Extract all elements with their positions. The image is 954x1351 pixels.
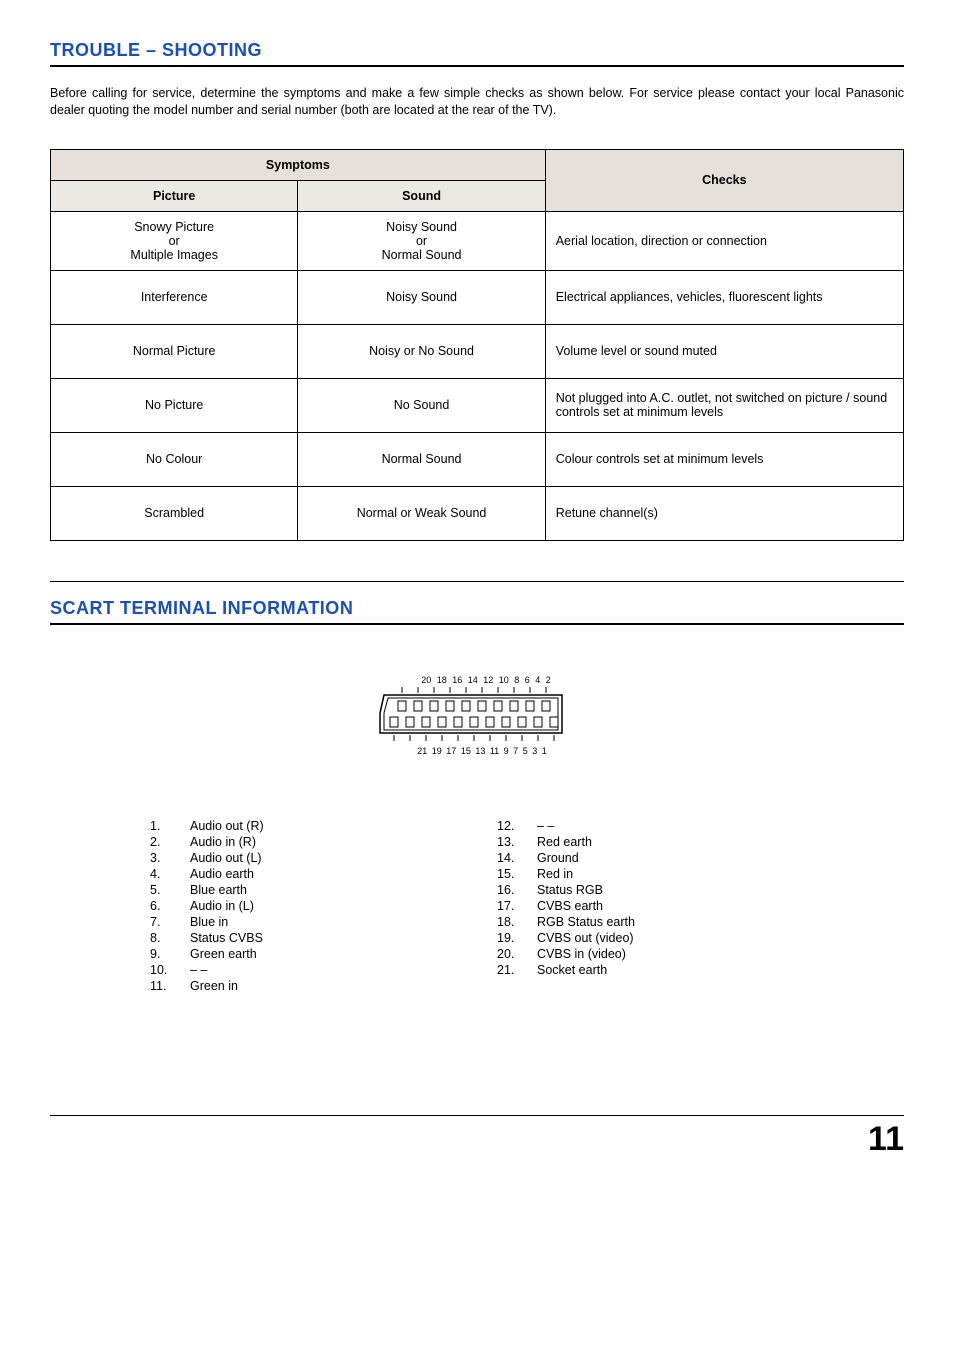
pin-item: 11.Green in: [150, 979, 457, 993]
pin-item: 13.Red earth: [497, 835, 804, 849]
cell-check: Electrical appliances, vehicles, fluores…: [545, 270, 903, 324]
pin-item: 10.– –: [150, 963, 457, 977]
cell-check: Not plugged into A.C. outlet, not switch…: [545, 378, 903, 432]
pin-item: 6.Audio in (L): [150, 899, 457, 913]
rule: [50, 581, 904, 582]
pin-assignment-list: 1.Audio out (R) 2.Audio in (R) 3.Audio out…: [50, 817, 904, 995]
th-picture: Picture: [51, 180, 298, 211]
cell-sound: Normal or Weak Sound: [298, 486, 545, 540]
pin-item: 4.Audio earth: [150, 867, 457, 881]
page-number: 11: [50, 1120, 904, 1159]
rule: [50, 623, 904, 625]
pin-item: 14.Ground: [497, 851, 804, 865]
pin-item: 12.– –: [497, 819, 804, 833]
troubleshooting-table: Symptoms Checks Picture Sound Snowy Pict…: [50, 149, 904, 541]
cell-picture: No Picture: [51, 378, 298, 432]
intro-paragraph: Before calling for service, determine th…: [50, 85, 904, 119]
pin-item: 7.Blue in: [150, 915, 457, 929]
pin-numbers-top: 20 18 16 14 12 10 8 6 4 2: [372, 675, 582, 685]
pin-item: 16.Status RGB: [497, 883, 804, 897]
pin-item: 3.Audio out (L): [150, 851, 457, 865]
th-symptoms: Symptoms: [51, 149, 546, 180]
th-sound: Sound: [298, 180, 545, 211]
pin-item: 20.CVBS in (video): [497, 947, 804, 961]
cell-sound: Noisy Sound: [298, 270, 545, 324]
scart-connector-icon: [372, 685, 582, 743]
cell-picture: Interference: [51, 270, 298, 324]
pin-item: 9.Green earth: [150, 947, 457, 961]
cell-picture: Snowy PictureorMultiple Images: [51, 211, 298, 270]
pin-item: 15.Red in: [497, 867, 804, 881]
section-title-scart: SCART TERMINAL INFORMATION: [50, 598, 904, 619]
pin-numbers-bottom: 21 19 17 15 13 11 9 7 5 3 1: [372, 746, 582, 756]
cell-check: Volume level or sound muted: [545, 324, 903, 378]
pin-item: 18.RGB Status earth: [497, 915, 804, 929]
pin-item: 19.CVBS out (video): [497, 931, 804, 945]
cell-sound: Noisy SoundorNormal Sound: [298, 211, 545, 270]
pin-item: 2.Audio in (R): [150, 835, 457, 849]
pin-item: 5.Blue earth: [150, 883, 457, 897]
cell-check: Aerial location, direction or connection: [545, 211, 903, 270]
section-title-troubleshooting: TROUBLE – SHOOTING: [50, 40, 904, 61]
cell-picture: Scrambled: [51, 486, 298, 540]
th-checks: Checks: [545, 149, 903, 211]
pin-item: 17.CVBS earth: [497, 899, 804, 913]
pin-item: 1.Audio out (R): [150, 819, 457, 833]
cell-sound: Noisy or No Sound: [298, 324, 545, 378]
cell-check: Colour controls set at minimum levels: [545, 432, 903, 486]
pin-item: 21.Socket earth: [497, 963, 804, 977]
cell-picture: Normal Picture: [51, 324, 298, 378]
cell-sound: Normal Sound: [298, 432, 545, 486]
cell-check: Retune channel(s): [545, 486, 903, 540]
rule: [50, 65, 904, 67]
cell-picture: No Colour: [51, 432, 298, 486]
scart-connector-diagram: 20 18 16 14 12 10 8 6 4 2 21 19 17 15 13: [50, 675, 904, 757]
pin-item: 8.Status CVBS: [150, 931, 457, 945]
cell-sound: No Sound: [298, 378, 545, 432]
footer-rule: [50, 1115, 904, 1116]
